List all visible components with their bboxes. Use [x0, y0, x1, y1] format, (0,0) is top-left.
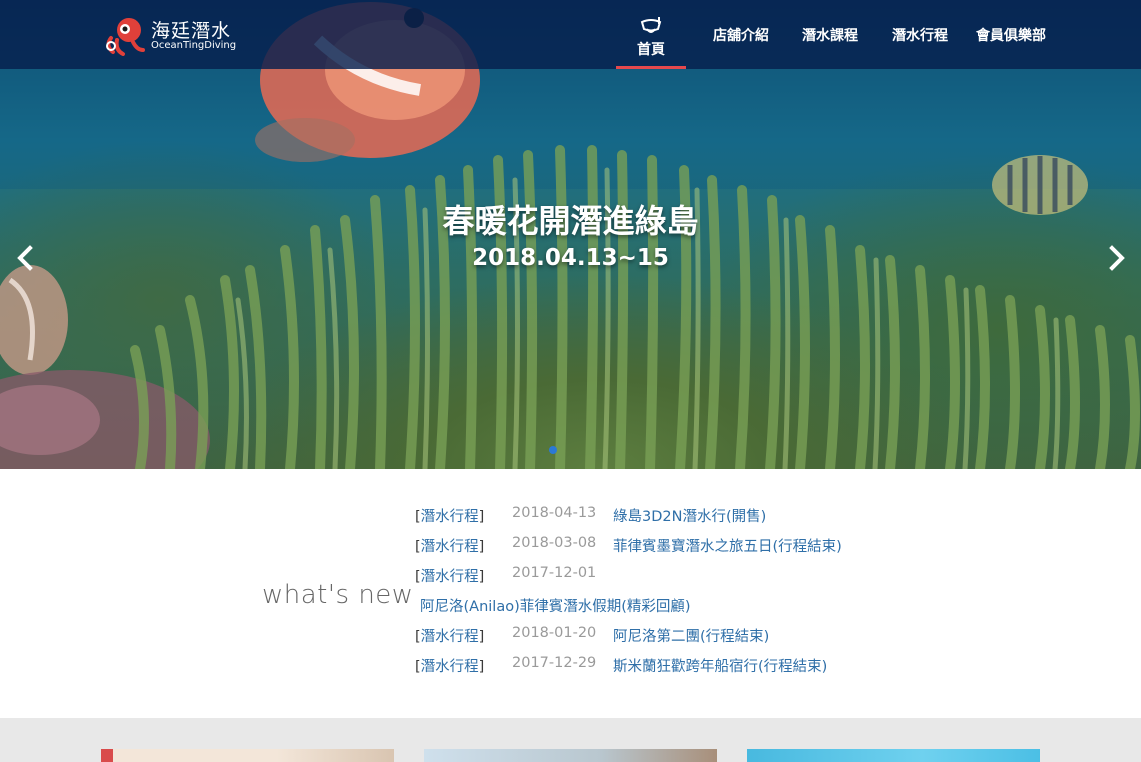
news-category-link[interactable]: 潛水行程: [421, 539, 479, 555]
news-category-link[interactable]: 潛水行程: [421, 659, 479, 675]
featured-card-3-image[interactable]: [747, 749, 1040, 762]
octopus-logo-icon: [106, 18, 145, 56]
nav-diving-trips[interactable]: 潛水行程: [885, 0, 955, 69]
news-category-link[interactable]: 潛水行程: [421, 509, 479, 525]
nav-home-label: 首頁: [637, 41, 665, 58]
chevron-right-icon: [1109, 245, 1125, 271]
news-date: 2017-12-01: [512, 565, 597, 581]
featured-card-1-image[interactable]: [101, 749, 394, 762]
nav-diving-courses[interactable]: 潛水課程: [795, 0, 865, 69]
nav-diving-trips-label: 潛水行程: [892, 27, 948, 44]
news-title-link[interactable]: 菲律賓墨寶潛水之旅五日(行程結束): [613, 535, 842, 556]
news-date: 2017-12-29: [512, 655, 597, 671]
news-title-link[interactable]: 阿尼洛第二團(行程結束): [613, 625, 769, 646]
news-item: [潛水行程] 2017-12-01: [415, 565, 597, 585]
nav-home[interactable]: 首頁: [616, 0, 686, 69]
hero-slider: 春暖花開潛進綠島 2018.04.13~15: [0, 0, 1141, 469]
news-title-link[interactable]: 阿尼洛(Anilao)菲律賓潛水假期(精彩回顧): [420, 595, 691, 616]
slide-title: 春暖花開潛進綠島: [442, 202, 699, 240]
slider-prev-button[interactable]: [10, 240, 42, 276]
nav-store-intro[interactable]: 店舖介紹: [706, 0, 776, 69]
chevron-left-icon: [17, 245, 33, 271]
news-category-link[interactable]: 潛水行程: [421, 569, 479, 585]
news-item: [潛水行程] 2018-04-13 綠島3D2N潛水行(開售): [415, 505, 767, 525]
news-heading: what's new: [262, 580, 414, 610]
slider-next-button[interactable]: [1100, 240, 1132, 276]
snorkel-mask-icon: [640, 16, 662, 33]
news-title-link[interactable]: 斯米蘭狂歡跨年船宿行(行程結束): [613, 655, 827, 676]
brand-name-en: OceanTingDiving: [151, 40, 237, 51]
featured-card-2-image[interactable]: [424, 749, 717, 762]
news-category-link[interactable]: 潛水行程: [421, 629, 479, 645]
news-item: [潛水行程] 2017-12-29 斯米蘭狂歡跨年船宿行(行程結束): [415, 655, 828, 675]
active-nav-underline: [616, 66, 686, 69]
nav-store-intro-label: 店舖介紹: [713, 27, 769, 44]
brand-logo[interactable]: 海廷潛水 OceanTingDiving: [103, 14, 243, 58]
slide-date: 2018.04.13~15: [472, 245, 669, 271]
nav-diving-courses-label: 潛水課程: [802, 27, 858, 44]
nav-member-club[interactable]: 會員俱樂部: [970, 0, 1052, 69]
news-title-link[interactable]: 綠島3D2N潛水行(開售): [613, 505, 766, 526]
news-date: 2018-01-20: [512, 625, 597, 641]
slider-dot-active[interactable]: [549, 446, 557, 454]
news-date: 2018-03-08: [512, 535, 597, 551]
top-navbar: 海廷潛水 OceanTingDiving 首頁 店舖介紹 潛水課程 潛水行程 會…: [0, 0, 1141, 69]
news-item: [潛水行程] 2018-01-20 阿尼洛第二團(行程結束): [415, 625, 770, 645]
brand-name-cn: 海廷潛水: [151, 20, 232, 42]
news-date: 2018-04-13: [512, 505, 597, 521]
nav-member-club-label: 會員俱樂部: [976, 27, 1046, 44]
news-item: [潛水行程] 2018-03-08 菲律賓墨寶潛水之旅五日(行程結束): [415, 535, 842, 555]
